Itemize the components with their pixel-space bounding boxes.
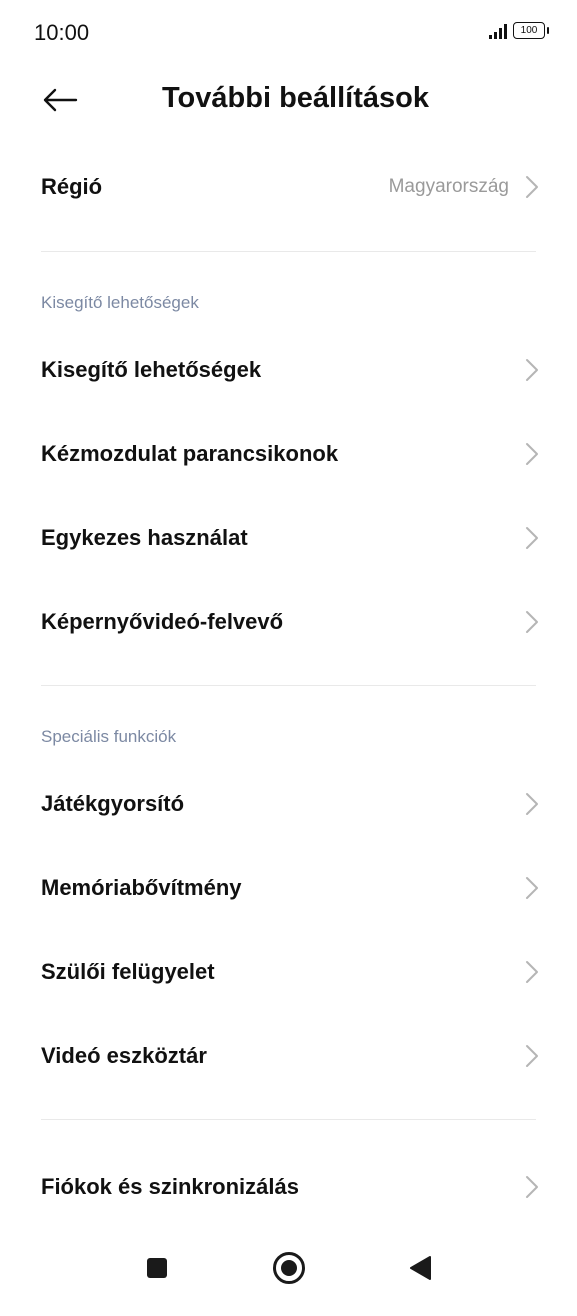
back-nav-button[interactable] <box>390 1246 450 1290</box>
row-label: Videó eszköztár <box>41 1043 207 1068</box>
divider <box>41 1119 536 1120</box>
row-accessibility[interactable]: Kisegítő lehetőségek <box>0 328 577 412</box>
circle-icon <box>273 1252 305 1284</box>
row-label: Játékgyorsító <box>41 791 185 816</box>
section-header-accessibility: Kisegítő lehetőségek <box>41 293 199 312</box>
home-button[interactable] <box>259 1246 319 1290</box>
row-label: Kézmozdulat parancsikonok <box>41 441 339 466</box>
row-memory-extension[interactable]: Memóriabővítmény <box>0 846 577 930</box>
navigation-bar <box>0 1232 577 1316</box>
status-time: 10:00 <box>34 20 90 45</box>
chevron-right-icon <box>526 176 538 198</box>
status-bar: 10:00 100 <box>0 0 577 64</box>
signal-icon <box>489 23 507 39</box>
row-label: Képernyővideó-felvevő <box>41 609 284 634</box>
battery-icon: 100 <box>513 22 549 39</box>
row-label: Kisegítő lehetőségek <box>41 357 262 382</box>
divider <box>41 685 536 686</box>
region-value: Magyarország <box>388 176 509 197</box>
row-label: Egykezes használat <box>41 525 248 550</box>
back-button[interactable] <box>36 76 84 124</box>
square-icon <box>147 1258 167 1278</box>
row-label: Fiókok és szinkronizálás <box>41 1174 299 1199</box>
header: További beállítások <box>0 70 577 130</box>
row-one-handed-mode[interactable]: Egykezes használat <box>0 496 577 580</box>
row-video-toolbox[interactable]: Videó eszköztár <box>0 1014 577 1098</box>
chevron-right-icon <box>526 1176 538 1198</box>
row-gesture-shortcuts[interactable]: Kézmozdulat parancsikonok <box>0 412 577 496</box>
chevron-right-icon <box>526 793 538 815</box>
battery-level: 100 <box>520 25 538 36</box>
row-label: Szülői felügyelet <box>41 959 215 984</box>
chevron-right-icon <box>526 611 538 633</box>
triangle-back-icon <box>410 1256 431 1280</box>
chevron-right-icon <box>526 443 538 465</box>
region-row[interactable]: Régió Magyarország <box>0 145 577 229</box>
chevron-right-icon <box>526 961 538 983</box>
page-title: További beállítások <box>162 82 429 114</box>
recents-button[interactable] <box>127 1246 187 1290</box>
row-screen-recorder[interactable]: Képernyővideó-felvevő <box>0 580 577 664</box>
section-header-special-features: Speciális funkciók <box>41 727 177 746</box>
row-accounts-sync[interactable]: Fiókok és szinkronizálás <box>0 1145 577 1229</box>
region-label: Régió <box>41 174 103 199</box>
row-parental-control[interactable]: Szülői felügyelet <box>0 930 577 1014</box>
status-icons: 100 <box>489 22 549 39</box>
chevron-right-icon <box>526 359 538 381</box>
divider <box>41 251 536 252</box>
chevron-right-icon <box>526 877 538 899</box>
row-game-turbo[interactable]: Játékgyorsító <box>0 762 577 846</box>
chevron-right-icon <box>526 1045 538 1067</box>
row-label: Memóriabővítmény <box>41 875 242 900</box>
chevron-right-icon <box>526 527 538 549</box>
arrow-left-icon <box>43 88 78 112</box>
